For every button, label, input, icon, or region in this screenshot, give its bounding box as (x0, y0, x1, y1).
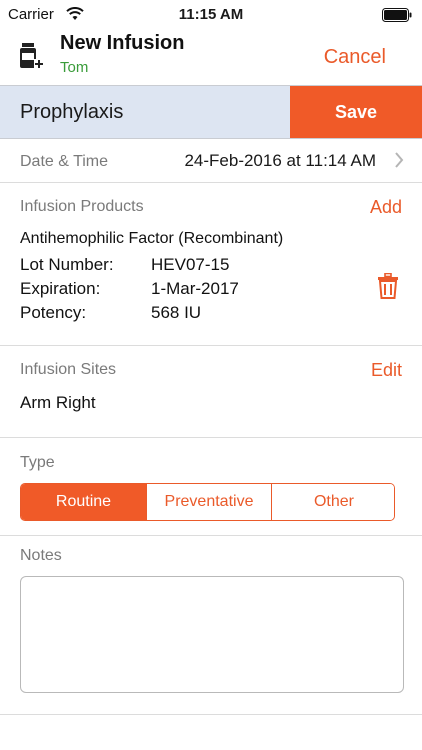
expiration-label: Expiration: (20, 279, 101, 298)
date-time-row[interactable]: Date & Time 24-Feb-2016 at 11:14 AM (0, 139, 422, 183)
type-option-routine[interactable]: Routine (21, 484, 146, 520)
notes-heading: Notes (20, 547, 62, 564)
date-time-value: 24-Feb-2016 at 11:14 AM (184, 151, 376, 170)
edit-sites-button[interactable]: Edit (371, 360, 402, 381)
infusion-site-value: Arm Right (20, 393, 96, 412)
infusion-products-section: Infusion Products Add Antihemophilic Fac… (0, 183, 422, 346)
notes-input[interactable] (20, 576, 404, 693)
lot-number-value: HEV07-15 (151, 255, 230, 274)
date-time-label: Date & Time (20, 153, 109, 170)
potency-value: 568 IU (151, 303, 202, 322)
trash-icon[interactable] (378, 273, 398, 299)
potency-label: Potency: (20, 303, 87, 322)
add-product-button[interactable]: Add (370, 197, 402, 218)
nav-header: New Infusion Tom Cancel (0, 30, 422, 85)
type-option-other[interactable]: Other (271, 484, 394, 520)
type-section: Type Routine Preventative Other (0, 438, 422, 536)
status-bar: Carrier 11:15 AM (0, 0, 422, 30)
infusion-products-heading: Infusion Products (20, 198, 144, 215)
potency-row: Potency: 568 IU (20, 303, 201, 323)
medicine-bottle-add-icon (20, 43, 44, 69)
type-heading: Type (20, 454, 55, 471)
patient-name: Tom (60, 59, 89, 76)
type-option-preventative[interactable]: Preventative (146, 484, 271, 520)
cancel-button[interactable]: Cancel (324, 46, 386, 69)
infusion-sites-section: Infusion Sites Edit Arm Right (0, 346, 422, 438)
type-segmented-control: Routine Preventative Other (20, 483, 395, 521)
infusion-sites-heading: Infusion Sites (20, 361, 117, 378)
notes-section: Notes (0, 536, 422, 715)
expiration-row: Expiration: 1-Mar-2017 (20, 279, 239, 299)
mode-bar: Prophylaxis Save (0, 85, 422, 139)
battery-icon (382, 8, 412, 22)
chevron-right-icon (395, 152, 404, 168)
product-name: Antihemophilic Factor (Recombinant) (20, 230, 284, 247)
page-title: New Infusion (60, 32, 185, 54)
infusion-mode-label[interactable]: Prophylaxis (20, 101, 123, 124)
lot-number-row: Lot Number: HEV07-15 (20, 255, 229, 275)
status-time: 11:15 AM (178, 6, 244, 23)
lot-number-label: Lot Number: (20, 255, 114, 274)
save-button[interactable]: Save (290, 86, 422, 138)
expiration-value: 1-Mar-2017 (151, 279, 239, 298)
